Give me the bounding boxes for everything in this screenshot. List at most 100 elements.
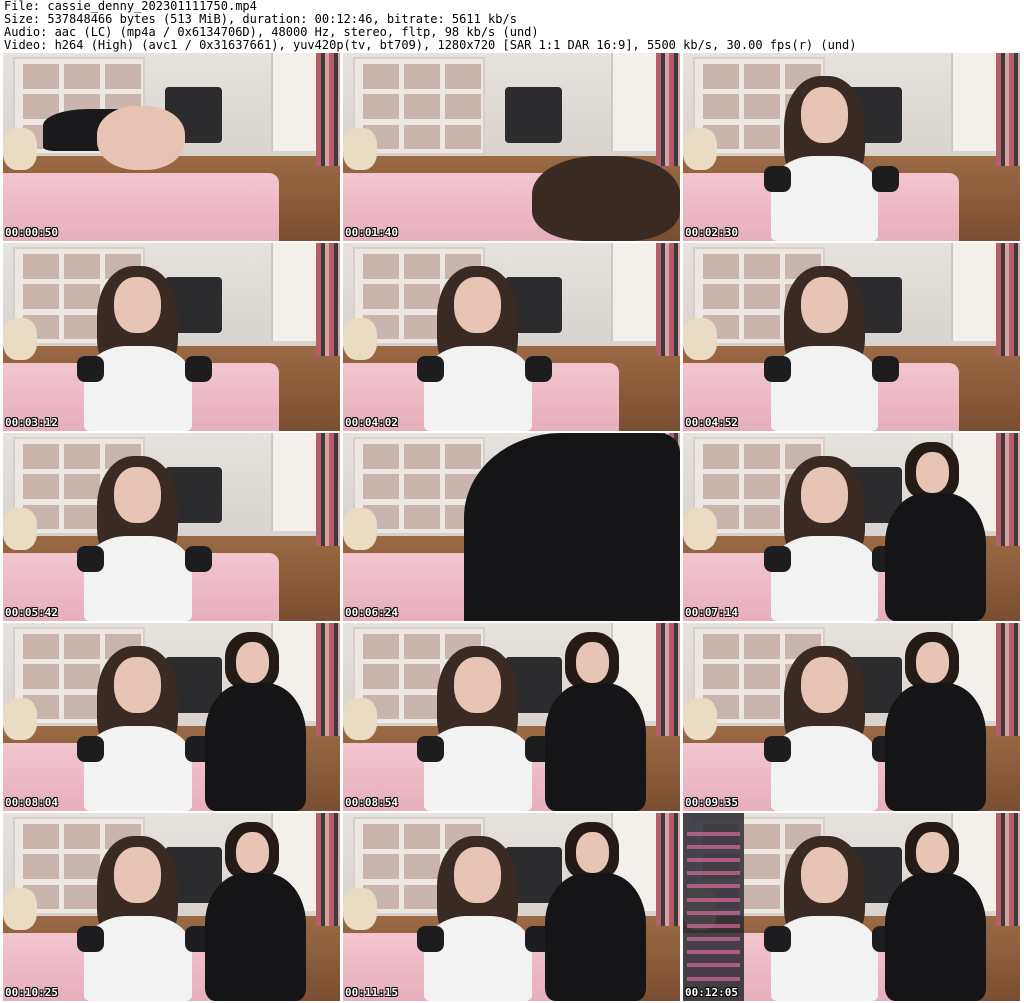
scene-sleeve <box>417 735 445 763</box>
scene-face <box>454 846 502 904</box>
shelf-cell <box>743 444 780 469</box>
scene-sleeve <box>77 735 105 763</box>
shelf-cell <box>63 694 100 719</box>
thumbnail-scene <box>683 623 1020 811</box>
shelf-cell <box>743 254 780 279</box>
shelf-cell <box>22 284 59 309</box>
scene-face <box>235 641 270 684</box>
scene-door <box>950 53 1000 151</box>
shelf-cell <box>702 444 739 469</box>
scene-face <box>575 641 610 684</box>
video-thumbnail[interactable]: 00:01:40 <box>343 53 680 241</box>
shelf-cell <box>444 124 481 149</box>
scene-sleeve <box>871 165 899 193</box>
overlay-row <box>686 884 740 889</box>
video-thumbnail[interactable]: 00:10:25 <box>3 813 340 1001</box>
scene-face <box>235 831 270 874</box>
shelf-cell <box>362 824 399 849</box>
video-thumbnail[interactable]: 00:07:14 <box>683 433 1020 621</box>
video-thumbnail[interactable]: 00:11:15 <box>343 813 680 1001</box>
scene-face <box>454 276 502 334</box>
shelf-cell <box>362 64 399 89</box>
shelf-cell <box>743 504 780 529</box>
shelf-cell <box>743 824 780 849</box>
thumbnail-scene <box>343 53 680 241</box>
scene-clothes-rack <box>316 243 340 356</box>
thumbnail-scene <box>343 623 680 811</box>
scene-clothes-rack <box>656 623 680 736</box>
shelf-cell <box>63 444 100 469</box>
video-thumbnail[interactable]: 00:04:02 <box>343 243 680 431</box>
shelf-cell <box>403 444 440 469</box>
scene-sleeve <box>184 355 212 383</box>
scene-sleeve <box>763 545 791 573</box>
scene-pillow <box>3 318 37 360</box>
scene-clothes-rack <box>316 813 340 926</box>
scene-sleeve <box>763 165 791 193</box>
scene-clothes-rack <box>996 53 1020 166</box>
thumbnail-timestamp: 00:08:04 <box>5 796 58 809</box>
shelf-cell <box>403 884 440 909</box>
scene-door <box>950 243 1000 341</box>
shelf-cell <box>63 664 100 689</box>
scene-figure <box>545 873 647 1001</box>
shelf-cell <box>63 284 100 309</box>
scene-pillow <box>3 508 37 550</box>
thumbnail-scene <box>343 433 680 621</box>
overlay-row <box>686 897 740 902</box>
shelf-cell <box>444 94 481 119</box>
overlay-row <box>686 844 740 849</box>
shelf-cell <box>702 64 739 89</box>
scene-door <box>610 243 660 341</box>
shelf-cell <box>22 854 59 879</box>
thumbnail-timestamp: 00:04:52 <box>685 416 738 429</box>
shelf-cell <box>743 284 780 309</box>
video-thumbnail[interactable]: 00:05:42 <box>3 433 340 621</box>
video-thumbnail[interactable]: 00:08:04 <box>3 623 340 811</box>
shelf-cell <box>743 694 780 719</box>
shelf-cell <box>403 94 440 119</box>
scene-pillow <box>343 888 377 930</box>
scene-sleeve <box>763 355 791 383</box>
scene-clothes-rack <box>656 813 680 926</box>
shelf-cell <box>362 284 399 309</box>
tip-menu-overlay <box>683 813 744 1001</box>
shelf-cell <box>22 664 59 689</box>
shelf-cell <box>743 314 780 339</box>
file-name-line: File: cassie_denny_202301111750.mp4 <box>4 0 257 13</box>
video-thumbnail[interactable]: 00:04:52 <box>683 243 1020 431</box>
scene-sleeve <box>871 355 899 383</box>
scene-face <box>114 656 162 714</box>
thumbnail-scene <box>3 433 340 621</box>
thumbnail-timestamp: 00:08:54 <box>345 796 398 809</box>
video-thumbnail[interactable]: 00:06:24 <box>343 433 680 621</box>
video-thumbnail[interactable]: 00:08:54 <box>343 623 680 811</box>
scene-clothes-rack <box>996 813 1020 926</box>
thumbnail-timestamp: 00:01:40 <box>345 226 398 239</box>
thumbnail-timestamp: 00:03:12 <box>5 416 58 429</box>
video-thumbnail[interactable]: 00:03:12 <box>3 243 340 431</box>
scene-sleeve <box>417 355 445 383</box>
shelf-cell <box>63 64 100 89</box>
thumbnail-scene <box>3 53 340 241</box>
shelf-cell <box>403 474 440 499</box>
file-info-header: File: cassie_denny_202301111750.mp4 Size… <box>4 0 1020 52</box>
shelf-cell <box>403 694 440 719</box>
video-thumbnail[interactable]: 00:09:35 <box>683 623 1020 811</box>
thumbnail-scene <box>3 243 340 431</box>
shelf-cell <box>702 634 739 659</box>
shelf-cell <box>743 854 780 879</box>
scene-face <box>454 656 502 714</box>
video-thumbnail[interactable]: 00:02:30 <box>683 53 1020 241</box>
shelf-cell <box>22 64 59 89</box>
shelf-cell <box>22 824 59 849</box>
shelf-cell <box>702 474 739 499</box>
shelf-cell <box>362 854 399 879</box>
scene-pillow <box>683 698 717 740</box>
scene-door <box>270 433 320 531</box>
thumbnail-scene <box>343 243 680 431</box>
video-thumbnail[interactable]: 00:00:50 <box>3 53 340 241</box>
video-thumbnail[interactable]: 00:12:05 <box>683 813 1020 1001</box>
overlay-row <box>686 858 740 863</box>
shelf-cell <box>63 254 100 279</box>
